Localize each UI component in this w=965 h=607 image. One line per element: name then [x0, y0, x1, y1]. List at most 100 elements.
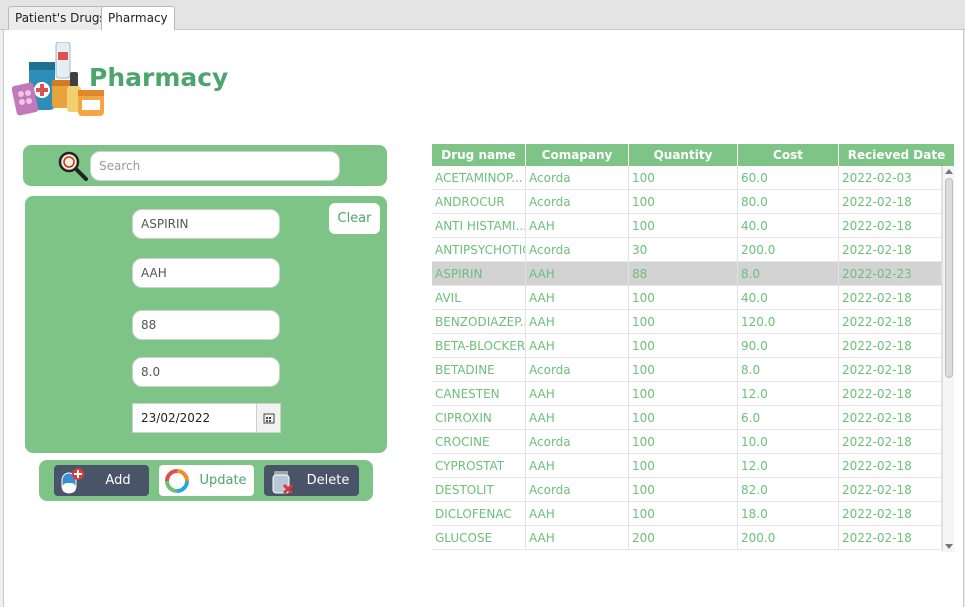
tab-patients-drugs[interactable]: Patient's Drugs: [8, 6, 113, 30]
cell-received-date: 2022-02-18: [839, 454, 942, 478]
cell-company: AAH: [526, 214, 629, 238]
cell-quantity: 100: [629, 214, 738, 238]
cost-field[interactable]: 8.0: [132, 357, 280, 387]
cell-drug-name: ASPIRIN: [432, 262, 526, 286]
table-row[interactable]: BETADINE Acorda 100 8.0 2022-02-18: [432, 358, 942, 382]
cell-received-date: 2022-02-18: [839, 310, 942, 334]
scroll-down-icon[interactable]: [945, 544, 953, 549]
table-row[interactable]: CIPROXIN AAH 100 6.0 2022-02-18: [432, 406, 942, 430]
cell-drug-name: DESTOLIT: [432, 478, 526, 502]
table-row[interactable]: CANESTEN AAH 100 12.0 2022-02-18: [432, 382, 942, 406]
cell-cost: 12.0: [738, 454, 839, 478]
cell-quantity: 100: [629, 430, 738, 454]
cell-company: AAH: [526, 286, 629, 310]
cell-drug-name: ANDROCUR: [432, 190, 526, 214]
cell-drug-name: CIPROXIN: [432, 406, 526, 430]
cell-quantity: 100: [629, 502, 738, 526]
cell-company: AAH: [526, 406, 629, 430]
cell-quantity: 100: [629, 334, 738, 358]
cell-quantity: 200: [629, 526, 738, 550]
table-row[interactable]: BETA-BLOCKER AAH 100 90.0 2022-02-18: [432, 334, 942, 358]
cell-received-date: 2022-02-18: [839, 382, 942, 406]
company-field[interactable]: AAH: [132, 258, 280, 288]
cell-received-date: 2022-02-18: [839, 286, 942, 310]
column-header-quantity[interactable]: Quantity: [629, 144, 738, 166]
cell-cost: 12.0: [738, 382, 839, 406]
cell-company: AAH: [526, 454, 629, 478]
table-row[interactable]: ANDROCUR Acorda 100 80.0 2022-02-18: [432, 190, 942, 214]
drug-form-panel: ASPIRIN AAH 88 8.0 23/02/2022 Clear: [25, 196, 387, 453]
cell-received-date: 2022-02-18: [839, 406, 942, 430]
cell-drug-name: AVIL: [432, 286, 526, 310]
quantity-field[interactable]: 88: [132, 310, 280, 340]
calendar-icon[interactable]: [256, 404, 280, 432]
cell-company: Acorda: [526, 358, 629, 382]
table-row[interactable]: ASPIRIN AAH 88 8.0 2022-02-23: [432, 262, 942, 286]
table-row[interactable]: GLUCOSE AAH 200 200.0 2022-02-18: [432, 526, 942, 550]
cell-received-date: 2022-02-18: [839, 334, 942, 358]
column-header-company[interactable]: Comapany: [526, 144, 629, 166]
cell-quantity: 100: [629, 478, 738, 502]
update-button[interactable]: Update: [159, 465, 254, 496]
delete-button[interactable]: Delete: [264, 465, 359, 496]
cell-quantity: 100: [629, 454, 738, 478]
column-header-received-date[interactable]: Recieved Date: [839, 144, 954, 166]
received-date-field[interactable]: 23/02/2022: [132, 403, 281, 433]
action-buttons-panel: Add Update Delete: [39, 460, 373, 501]
column-header-cost[interactable]: Cost: [738, 144, 839, 166]
tab-bar: Patient's Drugs Pharmacy: [0, 0, 965, 31]
cell-company: AAH: [526, 502, 629, 526]
table-row[interactable]: DESTOLIT Acorda 100 82.0 2022-02-18: [432, 478, 942, 502]
update-button-label: Update: [199, 473, 247, 488]
cell-drug-name: CROCINE: [432, 430, 526, 454]
table-row[interactable]: ANTIPSYCHOTIC Acorda 30 200.0 2022-02-18: [432, 238, 942, 262]
scrollbar-thumb[interactable]: [945, 178, 953, 378]
tab-pharmacy[interactable]: Pharmacy: [101, 6, 175, 31]
add-button[interactable]: Add: [54, 465, 149, 496]
column-header-drug-name[interactable]: Drug name: [432, 144, 526, 166]
table-row[interactable]: ACETAMINOP... Acorda 100 60.0 2022-02-03: [432, 166, 942, 190]
cell-cost: 200.0: [738, 238, 839, 262]
cell-cost: 10.0: [738, 430, 839, 454]
cell-cost: 90.0: [738, 334, 839, 358]
cell-cost: 80.0: [738, 190, 839, 214]
cell-drug-name: GLUCOSE: [432, 526, 526, 550]
cell-received-date: 2022-02-23: [839, 262, 942, 286]
drug-name-field[interactable]: ASPIRIN: [132, 209, 280, 239]
cell-cost: 40.0: [738, 286, 839, 310]
cell-quantity: 88: [629, 262, 738, 286]
table-row[interactable]: CYPROSTAT AAH 100 12.0 2022-02-18: [432, 454, 942, 478]
search-input[interactable]: Search: [90, 151, 340, 181]
cell-company: AAH: [526, 526, 629, 550]
cell-company: Acorda: [526, 430, 629, 454]
cell-received-date: 2022-02-18: [839, 502, 942, 526]
cell-drug-name: BETADINE: [432, 358, 526, 382]
cell-received-date: 2022-02-18: [839, 478, 942, 502]
page-title: Pharmacy: [89, 63, 229, 92]
cell-received-date: 2022-02-03: [839, 166, 942, 190]
clear-button[interactable]: Clear: [329, 203, 380, 234]
cell-drug-name: ACETAMINOP...: [432, 166, 526, 190]
table-body: ACETAMINOP... Acorda 100 60.0 2022-02-03 ANDR…: [432, 166, 942, 552]
table-row[interactable]: CROCINE Acorda 100 10.0 2022-02-18: [432, 430, 942, 454]
cell-company: AAH: [526, 334, 629, 358]
table-row[interactable]: ANTI HISTAMI... AAH 100 40.0 2022-02-18: [432, 214, 942, 238]
table-row[interactable]: AVIL AAH 100 40.0 2022-02-18: [432, 286, 942, 310]
cell-cost: 82.0: [738, 478, 839, 502]
cell-received-date: 2022-02-18: [839, 358, 942, 382]
cell-quantity: 100: [629, 166, 738, 190]
table-scrollbar[interactable]: [942, 166, 954, 552]
cell-cost: 8.0: [738, 358, 839, 382]
pharmacy-page: Pharmacy Search ASPIRIN AAH 88 8.0 23/02…: [3, 30, 964, 607]
refresh-icon: [165, 469, 189, 493]
cell-received-date: 2022-02-18: [839, 238, 942, 262]
cell-company: Acorda: [526, 238, 629, 262]
cell-quantity: 30: [629, 238, 738, 262]
cell-company: AAH: [526, 310, 629, 334]
cell-received-date: 2022-02-18: [839, 214, 942, 238]
scroll-up-icon[interactable]: [945, 169, 953, 174]
table-row[interactable]: BENZODIAZEP... AAH 100 120.0 2022-02-18: [432, 310, 942, 334]
cell-company: Acorda: [526, 190, 629, 214]
cell-company: Acorda: [526, 166, 629, 190]
table-row[interactable]: DICLOFENAC AAH 100 18.0 2022-02-18: [432, 502, 942, 526]
